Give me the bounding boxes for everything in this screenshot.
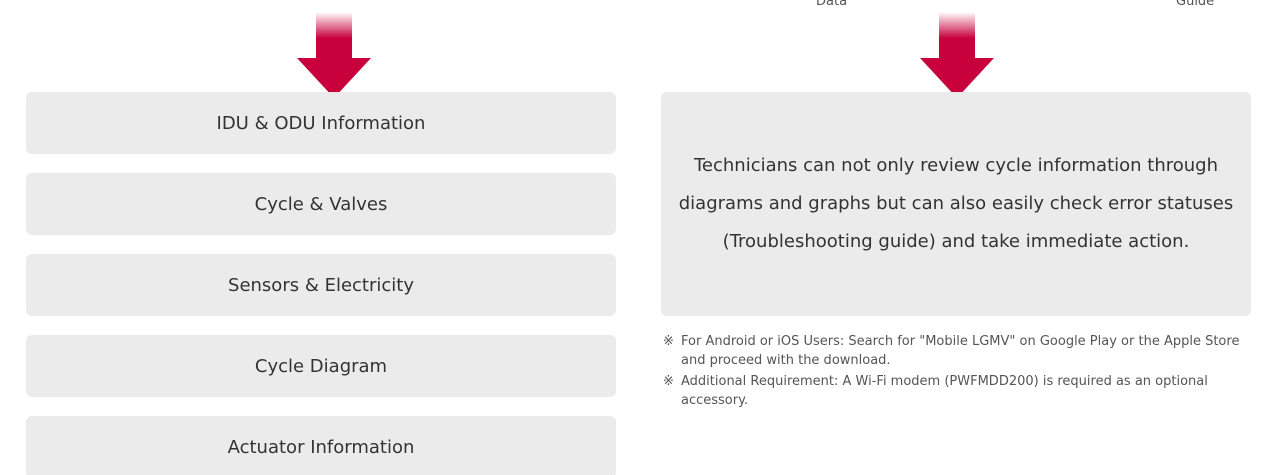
feature-label: Actuator Information: [227, 436, 415, 458]
feature-label: Cycle & Valves: [254, 193, 388, 215]
feature-label: Cycle Diagram: [254, 355, 388, 377]
description-line: (Troubleshooting guide) and take immedia…: [722, 231, 1190, 252]
feature-label: IDU & ODU Information: [216, 112, 426, 134]
feature-item-sensors-electricity: Sensors & Electricity: [26, 254, 616, 316]
feature-list: IDU & ODU Information Cycle & Valves Sen…: [26, 92, 616, 475]
feature-item-idu-odu-information: IDU & ODU Information: [26, 92, 616, 154]
note-mark: ※: [663, 374, 674, 389]
description-box: Technicians can not only review cycle in…: [661, 92, 1251, 316]
data-label: Data: [816, 0, 848, 9]
feature-label: Sensors & Electricity: [228, 274, 414, 296]
note-text: For Android or iOS Users: Search for "Mo…: [681, 334, 1240, 368]
feature-item-cycle-valves: Cycle & Valves: [26, 173, 616, 235]
note-mark: ※: [663, 334, 674, 349]
feature-item-cycle-diagram: Cycle Diagram: [26, 335, 616, 397]
down-arrow-icon: [297, 12, 371, 98]
page: Data Guide IDU & ODU Information Cycle &…: [0, 0, 1266, 475]
note-item: ※ Additional Requirement: A Wi-Fi modem …: [663, 372, 1253, 410]
feature-item-actuator-information: Actuator Information: [26, 416, 616, 475]
description-line: Technicians can not only review cycle in…: [693, 155, 1219, 176]
description-line: diagrams and graphs but can also easily …: [678, 193, 1234, 214]
note-text: Additional Requirement: A Wi-Fi modem (P…: [681, 374, 1208, 408]
note-item: ※ For Android or iOS Users: Search for "…: [663, 332, 1253, 370]
description-text: Technicians can not only review cycle in…: [676, 147, 1236, 261]
guide-label: Guide: [1176, 0, 1215, 9]
notes: ※ For Android or iOS Users: Search for "…: [663, 332, 1253, 412]
down-arrow-icon: [920, 12, 994, 98]
